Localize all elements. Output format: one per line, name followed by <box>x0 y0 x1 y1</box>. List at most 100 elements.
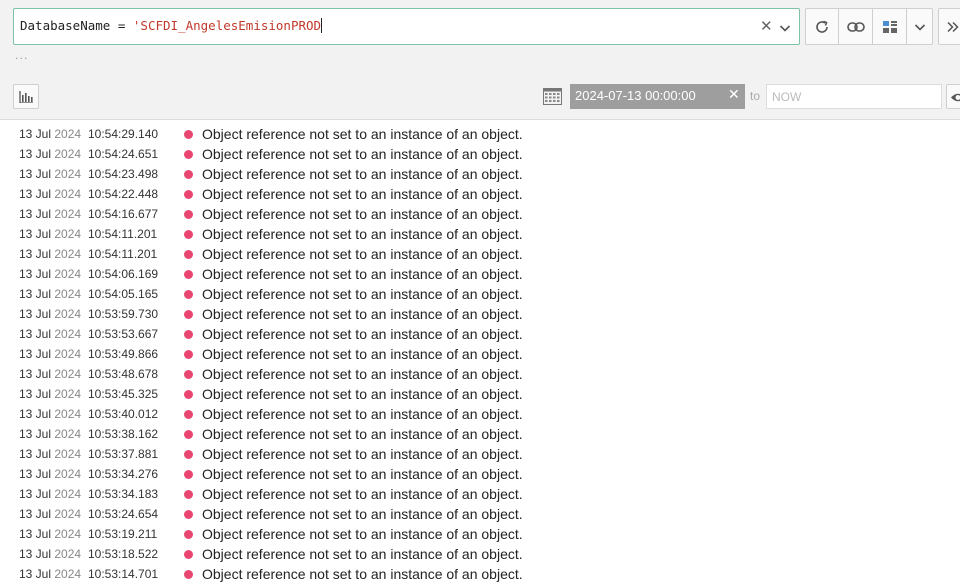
error-level-dot <box>184 470 193 479</box>
log-time: 10:54:11.201 <box>88 247 158 261</box>
log-date: 13 Jul 2024 <box>19 187 81 201</box>
layout-dropdown-button[interactable] <box>906 8 933 45</box>
log-time: 10:54:06.169 <box>88 267 159 281</box>
log-time: 10:53:14.701 <box>88 567 159 581</box>
search-input[interactable]: DatabaseName = 'SCFDI_AngelesEmisionPROD… <box>13 8 800 45</box>
toggle-chart-button[interactable] <box>13 84 39 109</box>
chevron-down-icon <box>914 23 925 31</box>
log-row[interactable]: 13 Jul 2024 10:53:49.866 Object reference … <box>0 344 960 364</box>
log-row[interactable]: 13 Jul 2024 10:53:40.012 Object reference … <box>0 404 960 424</box>
log-row[interactable]: 13 Jul 2024 10:54:24.651 Object reference … <box>0 144 960 164</box>
link-icon <box>846 21 865 32</box>
log-date-day: 13 Jul <box>19 327 52 341</box>
log-message: Object reference not set to an instance … <box>202 486 523 502</box>
refresh-button[interactable] <box>805 8 839 45</box>
log-row[interactable]: 13 Jul 2024 10:53:53.667 Object reference … <box>0 324 960 344</box>
log-date-year: 2024 <box>54 567 82 581</box>
log-date-year: 2024 <box>54 147 82 161</box>
query-operator: = <box>117 18 126 33</box>
log-message: Object reference not set to an instance … <box>202 246 523 262</box>
log-time: 10:54:05.165 <box>88 287 159 301</box>
log-row[interactable]: 13 Jul 2024 10:54:22.448 Object reference … <box>0 184 960 204</box>
error-level-dot <box>184 230 193 239</box>
calendar-icon[interactable] <box>543 88 562 109</box>
double-chevron-right-icon <box>947 21 959 32</box>
log-row[interactable]: 13 Jul 2024 10:53:37.881 Object reference … <box>0 444 960 464</box>
log-date: 13 Jul 2024 <box>19 367 81 381</box>
log-date-day: 13 Jul <box>19 207 52 221</box>
log-date-day: 13 Jul <box>19 267 52 281</box>
clear-date-icon[interactable]: ✕ <box>728 87 740 103</box>
log-date-year: 2024 <box>54 427 82 441</box>
to-label: to <box>750 89 761 103</box>
log-date-day: 13 Jul <box>19 387 52 401</box>
log-date-year: 2024 <box>54 187 82 201</box>
error-level-dot <box>184 370 193 379</box>
log-time: 10:53:34.183 <box>88 487 159 501</box>
log-row[interactable]: 13 Jul 2024 10:54:29.140 Object reference … <box>0 124 960 144</box>
expand-button[interactable] <box>938 8 960 45</box>
log-date: 13 Jul 2024 <box>19 427 81 441</box>
refresh-icon <box>816 20 828 33</box>
log-date-year: 2024 <box>54 527 82 541</box>
log-row[interactable]: 13 Jul 2024 10:54:16.677 Object reference … <box>0 204 960 224</box>
log-row[interactable]: 13 Jul 2024 10:54:11.201 Object reference … <box>0 224 960 244</box>
log-message: Object reference not set to an instance … <box>202 546 523 562</box>
visibility-button[interactable] <box>946 84 960 109</box>
log-row[interactable]: 13 Jul 2024 10:53:24.654 Object reference … <box>0 504 960 524</box>
log-row[interactable]: 13 Jul 2024 10:53:48.678 Object reference … <box>0 364 960 384</box>
more-filters-toggle[interactable]: ... <box>15 49 29 62</box>
log-date: 13 Jul 2024 <box>19 287 81 301</box>
error-level-dot <box>184 290 193 299</box>
log-date: 13 Jul 2024 <box>19 147 81 161</box>
clear-query-icon[interactable]: ✕ <box>760 17 773 35</box>
log-row[interactable]: 13 Jul 2024 10:53:18.522 Object reference … <box>0 544 960 564</box>
query-text[interactable]: DatabaseName = 'SCFDI_AngelesEmisionPROD <box>20 18 323 33</box>
date-to-placeholder: NOW <box>772 90 802 104</box>
log-list: 13 Jul 2024 10:54:29.140 Object reference … <box>0 124 960 584</box>
date-to-field[interactable]: NOW <box>766 84 942 109</box>
log-row[interactable]: 13 Jul 2024 10:54:06.169 Object reference … <box>0 264 960 284</box>
log-message: Object reference not set to an instance … <box>202 386 523 402</box>
log-date: 13 Jul 2024 <box>19 347 81 361</box>
log-message: Object reference not set to an instance … <box>202 186 523 202</box>
log-date-year: 2024 <box>54 387 82 401</box>
log-row[interactable]: 13 Jul 2024 10:54:23.498 Object reference … <box>0 164 960 184</box>
log-date-year: 2024 <box>54 507 82 521</box>
log-row[interactable]: 13 Jul 2024 10:54:05.165 Object reference … <box>0 284 960 304</box>
log-time: 10:53:18.522 <box>88 547 159 561</box>
error-level-dot <box>184 490 193 499</box>
text-caret <box>321 18 323 33</box>
log-date-year: 2024 <box>54 267 82 281</box>
log-date-day: 13 Jul <box>19 367 52 381</box>
error-level-dot <box>184 250 193 259</box>
log-row[interactable]: 13 Jul 2024 10:53:14.701 Object reference … <box>0 564 960 584</box>
log-time: 10:53:40.012 <box>88 407 159 421</box>
layout-button[interactable] <box>872 8 907 45</box>
log-row[interactable]: 13 Jul 2024 10:53:19.211 Object reference … <box>0 524 960 544</box>
error-level-dot <box>184 570 193 579</box>
log-row[interactable]: 13 Jul 2024 10:53:34.276 Object reference … <box>0 464 960 484</box>
log-time: 10:54:24.651 <box>88 147 159 161</box>
log-row[interactable]: 13 Jul 2024 10:53:34.183 Object reference … <box>0 484 960 504</box>
share-link-button[interactable] <box>838 8 873 45</box>
log-date: 13 Jul 2024 <box>19 407 81 421</box>
log-row[interactable]: 13 Jul 2024 10:53:45.325 Object reference … <box>0 384 960 404</box>
log-date-year: 2024 <box>54 547 82 561</box>
log-date: 13 Jul 2024 <box>19 327 81 341</box>
log-date-day: 13 Jul <box>19 347 52 361</box>
query-history-chevron-icon[interactable] <box>779 19 791 38</box>
log-row[interactable]: 13 Jul 2024 10:54:11.201 Object reference … <box>0 244 960 264</box>
log-date: 13 Jul 2024 <box>19 447 81 461</box>
log-date-day: 13 Jul <box>19 147 52 161</box>
log-date-day: 13 Jul <box>19 287 52 301</box>
bar-chart-icon <box>19 90 33 103</box>
log-time: 10:53:59.730 <box>88 307 159 321</box>
log-date-year: 2024 <box>54 287 82 301</box>
log-date-year: 2024 <box>54 447 82 461</box>
log-row[interactable]: 13 Jul 2024 10:53:38.162 Object reference … <box>0 424 960 444</box>
log-time: 10:53:24.654 <box>88 507 159 521</box>
log-row[interactable]: 13 Jul 2024 10:53:59.730 Object reference … <box>0 304 960 324</box>
date-from-field[interactable]: 2024-07-13 00:00:00 <box>570 84 745 109</box>
log-date: 13 Jul 2024 <box>19 567 81 581</box>
